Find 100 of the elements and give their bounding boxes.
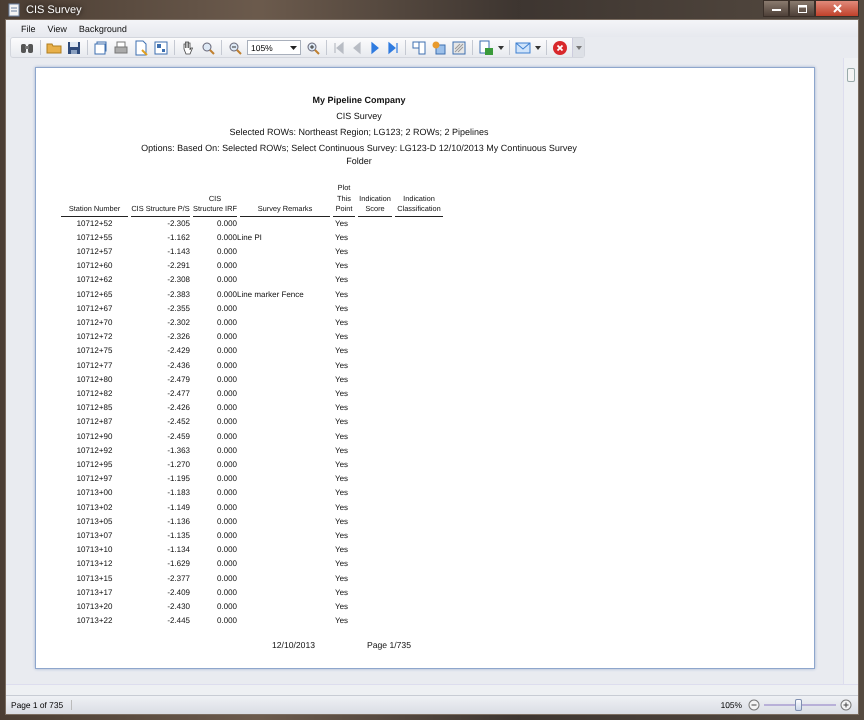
page-edit-icon[interactable] bbox=[133, 40, 149, 56]
table-cell-text: Yes bbox=[334, 430, 350, 443]
menu-item[interactable]: File bbox=[16, 22, 41, 34]
print-icon[interactable] bbox=[113, 40, 129, 56]
toolbar-overflow-button[interactable] bbox=[572, 38, 584, 57]
table-cell-text: -2.377 bbox=[166, 572, 190, 585]
table-cell-text: -1.270 bbox=[166, 458, 190, 471]
table-cell-text: -1.162 bbox=[166, 232, 190, 244]
table-cell-text: -2.326 bbox=[166, 331, 190, 344]
table-cell-text: 10712+85 bbox=[76, 402, 114, 414]
table-cell-text: -1.183 bbox=[166, 487, 190, 500]
table-cell-text: 0.000 bbox=[216, 558, 237, 570]
table-cell-text: Yes bbox=[334, 388, 350, 400]
table-cell-text: 0.000 bbox=[216, 502, 237, 514]
table-cell-text: Yes bbox=[334, 288, 350, 301]
table-cell-text: -2.429 bbox=[166, 345, 190, 358]
table-cell-text: 10713+17 bbox=[76, 586, 114, 599]
table-cell-text: Yes bbox=[334, 274, 350, 286]
menu-item[interactable]: Background bbox=[74, 22, 132, 34]
save-icon[interactable] bbox=[66, 40, 82, 56]
table-cell-text: 10712+97 bbox=[76, 473, 114, 486]
close-button[interactable] bbox=[815, 0, 859, 17]
table-cell-text: 0.000 bbox=[216, 544, 237, 556]
caret-icon[interactable] bbox=[498, 46, 504, 50]
zoom-out-icon[interactable] bbox=[748, 699, 760, 711]
zoom-in-icon[interactable] bbox=[840, 699, 852, 711]
table-cell: Line marker Fence bbox=[237, 290, 304, 299]
table-cell-text: Yes bbox=[334, 374, 350, 386]
table-cell-text: Yes bbox=[334, 260, 350, 272]
table-cell-text: -2.308 bbox=[166, 274, 190, 286]
export-icon[interactable] bbox=[478, 40, 494, 56]
status-zoom: 105% bbox=[720, 700, 742, 710]
table-cell-text: 0.000 bbox=[216, 458, 237, 471]
caret-icon[interactable] bbox=[535, 46, 541, 50]
table-cell-text: Yes bbox=[334, 232, 350, 244]
table-cell-text: Yes bbox=[334, 558, 350, 570]
table-cell-text: -1.143 bbox=[166, 246, 190, 258]
table-cell-text: 0.000 bbox=[216, 374, 237, 386]
table-cell-text: -2.452 bbox=[166, 416, 190, 428]
table-cell-text: 10712+92 bbox=[76, 444, 114, 457]
table-cell-text: 0.000 bbox=[216, 302, 237, 315]
table-cell-text: 10712+72 bbox=[76, 331, 114, 344]
caret-icon bbox=[576, 46, 582, 50]
zoom-in-icon[interactable] bbox=[305, 40, 321, 56]
table-cell-text: -2.445 bbox=[166, 615, 190, 628]
maximize-button[interactable] bbox=[789, 0, 815, 17]
table-cell-text: 0.000 bbox=[216, 473, 237, 486]
app-icon bbox=[7, 2, 21, 16]
table-cell-text: 0.000 bbox=[216, 586, 237, 599]
table-cell-text: -2.479 bbox=[166, 374, 190, 386]
table-cell-text: Yes bbox=[334, 458, 350, 471]
table-cell-text: 10712+62 bbox=[76, 274, 114, 286]
table-cell-text: Yes bbox=[334, 586, 350, 599]
close-icon[interactable] bbox=[552, 40, 568, 56]
watermark-icon[interactable] bbox=[451, 40, 467, 56]
email-icon[interactable] bbox=[515, 40, 531, 56]
table-cell-text: 10712+55 bbox=[76, 232, 114, 244]
table-cell-text: -2.409 bbox=[166, 586, 190, 599]
table-cell-text: 10713+10 bbox=[76, 544, 114, 556]
table-cell-text: Yes bbox=[334, 516, 350, 528]
table-cell-text: Yes bbox=[334, 487, 350, 500]
table-cell-text: Yes bbox=[334, 302, 350, 315]
table-cell-text: 0.000 bbox=[216, 331, 237, 344]
paint-icon[interactable] bbox=[431, 40, 447, 56]
table-cell-text: Yes bbox=[334, 360, 350, 372]
table-cell-text: Yes bbox=[334, 316, 350, 329]
report-title: CIS Survey bbox=[336, 110, 382, 123]
table-cell-text: Yes bbox=[334, 331, 350, 344]
table-cell-text: -2.302 bbox=[166, 316, 190, 329]
multiple-pages-icon[interactable] bbox=[153, 40, 169, 56]
table-cell-text: -1.195 bbox=[166, 473, 190, 486]
page-layout-icon[interactable] bbox=[411, 40, 427, 56]
last-page-icon[interactable] bbox=[386, 40, 400, 54]
table-cell-text: 0.000 bbox=[216, 615, 237, 628]
table-cell-text: 10713+02 bbox=[76, 502, 114, 514]
magnifier-icon[interactable] bbox=[200, 40, 216, 56]
vertical-scrollbar[interactable] bbox=[843, 58, 858, 684]
table-cell-text: -1.135 bbox=[166, 530, 190, 542]
caret-icon bbox=[290, 46, 297, 50]
zoom-out-icon[interactable] bbox=[227, 40, 243, 56]
table-cell-text: 0.000 bbox=[216, 416, 237, 428]
table-cell-text: 10712+52 bbox=[76, 218, 114, 230]
report-selection: Selected ROWs: Northeast Region; LG123; 2 ROWs; 2 Pipelines bbox=[229, 126, 489, 139]
horizontal-scrollbar[interactable] bbox=[6, 684, 858, 695]
table-cell-text: -2.426 bbox=[166, 402, 190, 414]
table-cell-text: 0.000 bbox=[216, 530, 237, 542]
page-setup-icon[interactable] bbox=[93, 40, 109, 56]
minimize-button[interactable] bbox=[763, 0, 789, 17]
table-cell-text: -2.459 bbox=[166, 430, 190, 443]
table-cell-text: 10713+07 bbox=[76, 530, 114, 542]
table-cell-text: 10713+05 bbox=[76, 516, 114, 528]
maximize-icon bbox=[798, 4, 806, 12]
table-cell-text: Yes bbox=[334, 615, 350, 628]
footer-date: 12/10/2013 bbox=[272, 640, 316, 650]
table-cell-text: 10712+95 bbox=[76, 458, 114, 471]
zoom-dropdown[interactable]: 105% bbox=[247, 40, 301, 55]
table-cell-text: 0.000 bbox=[216, 246, 237, 258]
table-cell-text: 10712+75 bbox=[76, 345, 114, 358]
menu-item[interactable]: View bbox=[42, 22, 72, 34]
table-cell-text: 10712+80 bbox=[76, 374, 114, 386]
